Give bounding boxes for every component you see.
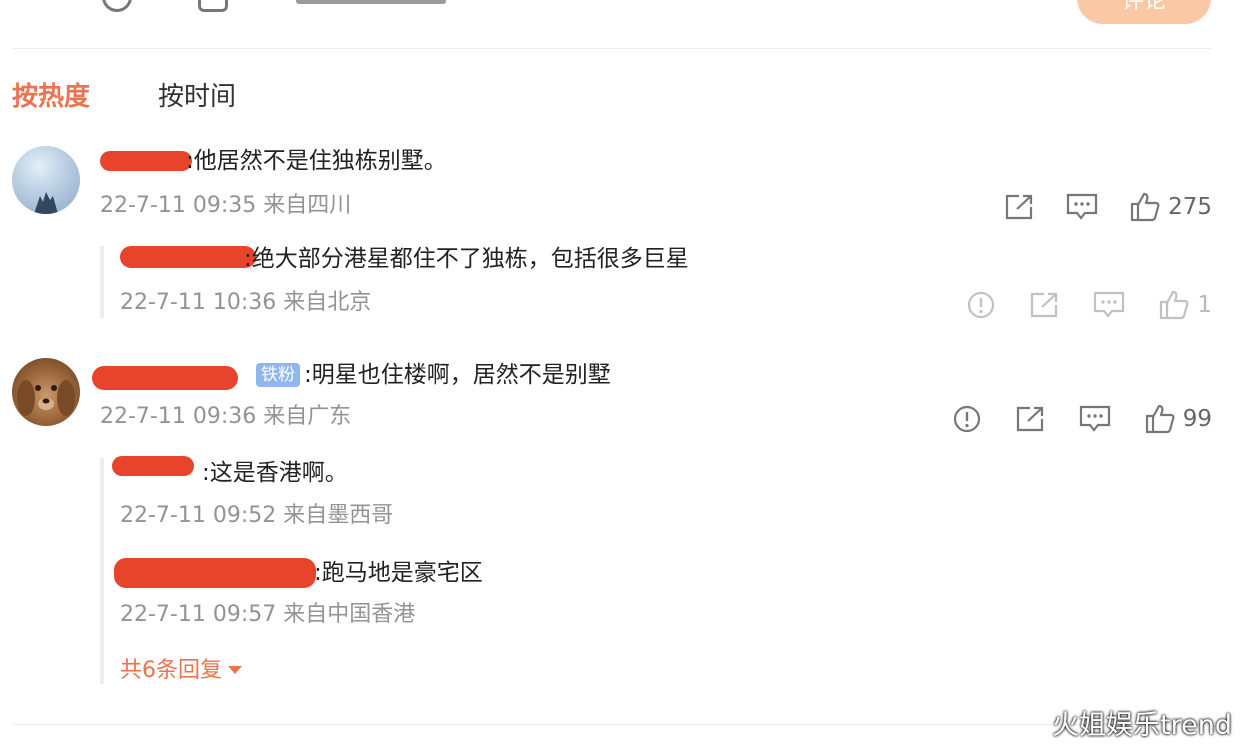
more-replies-label: 共6条回复	[120, 658, 222, 683]
comment-meta: 22-7-11 09:36 来自广东	[100, 404, 352, 429]
reply-indent-bar	[100, 458, 104, 684]
like-button[interactable]: 275	[1130, 192, 1212, 222]
comment-text: :明星也住楼啊，居然不是别墅	[304, 362, 611, 388]
comment-meta: 22-7-11 09:35 来自四川	[100, 193, 352, 218]
comment-toolbar: 评论	[0, 0, 1248, 48]
thumbs-up-icon	[1130, 192, 1160, 222]
comment-icon	[1079, 405, 1110, 432]
reply-button[interactable]	[1093, 291, 1125, 319]
like-button[interactable]: 1	[1159, 290, 1212, 320]
like-count: 1	[1197, 292, 1212, 318]
reply-button[interactable]	[1066, 193, 1098, 221]
redacted-username	[92, 366, 238, 390]
divider	[12, 48, 1212, 49]
report-icon	[953, 405, 980, 433]
share-button[interactable]	[1015, 405, 1045, 433]
reply-meta: 22-7-11 09:57 来自中国香港	[120, 602, 416, 627]
divider	[12, 724, 1212, 725]
reply-meta: 22-7-11 09:52 来自墨西哥	[120, 503, 394, 528]
comment-text-row: 铁粉:明星也住楼啊，居然不是别墅	[254, 360, 611, 390]
reply-text: :跑马地是豪宅区	[314, 560, 483, 586]
comment-icon	[1094, 291, 1125, 318]
avatar[interactable]	[12, 146, 80, 214]
tree-silhouette-icon	[34, 192, 58, 214]
share-icon	[1005, 194, 1033, 220]
fan-badge: 铁粉	[256, 363, 300, 387]
dog-face-icon	[17, 380, 75, 416]
redacted-username	[100, 151, 192, 171]
redacted-username	[112, 456, 194, 476]
tab-sort-by-hot[interactable]: 按热度	[12, 80, 90, 114]
like-count: 275	[1168, 194, 1212, 220]
report-button[interactable]	[967, 291, 995, 319]
send-button[interactable]: 评论	[1077, 0, 1211, 24]
share-button[interactable]	[1029, 291, 1059, 319]
reply-indent-bar	[100, 246, 104, 318]
image-icon[interactable]	[198, 0, 228, 12]
reply-meta: 22-7-11 10:36 来自北京	[120, 290, 372, 315]
share-icon	[1016, 406, 1043, 432]
comment-text: :他居然不是住独栋别墅。	[186, 148, 447, 174]
comment-actions: 99	[925, 402, 1212, 436]
share-icon	[1031, 292, 1058, 318]
report-icon	[968, 291, 995, 319]
redacted-username	[114, 558, 316, 588]
caret-down-icon	[228, 666, 242, 674]
reply-text: :绝大部分港星都住不了独栋，包括很多巨星	[244, 246, 689, 272]
redacted-username	[120, 246, 256, 268]
comment-actions: 275	[976, 190, 1212, 224]
watermark: 火姐娱乐trend	[1052, 710, 1232, 741]
like-button[interactable]: 99	[1145, 404, 1212, 434]
share-button[interactable]	[1004, 193, 1034, 221]
comment-icon	[1066, 193, 1098, 220]
reply-button[interactable]	[1079, 405, 1111, 433]
reply-actions: 1	[939, 288, 1212, 322]
reply-text: :这是香港啊。	[202, 460, 348, 486]
emoji-icon[interactable]	[102, 0, 132, 12]
avatar[interactable]	[12, 358, 80, 426]
report-button[interactable]	[953, 405, 981, 433]
thumbs-up-icon	[1145, 404, 1175, 434]
tab-sort-by-time[interactable]: 按时间	[158, 80, 236, 114]
thumbs-up-icon	[1160, 290, 1189, 320]
topic-icon[interactable]	[296, 0, 446, 4]
like-count: 99	[1182, 406, 1212, 432]
view-more-replies-link[interactable]: 共6条回复	[120, 656, 242, 686]
